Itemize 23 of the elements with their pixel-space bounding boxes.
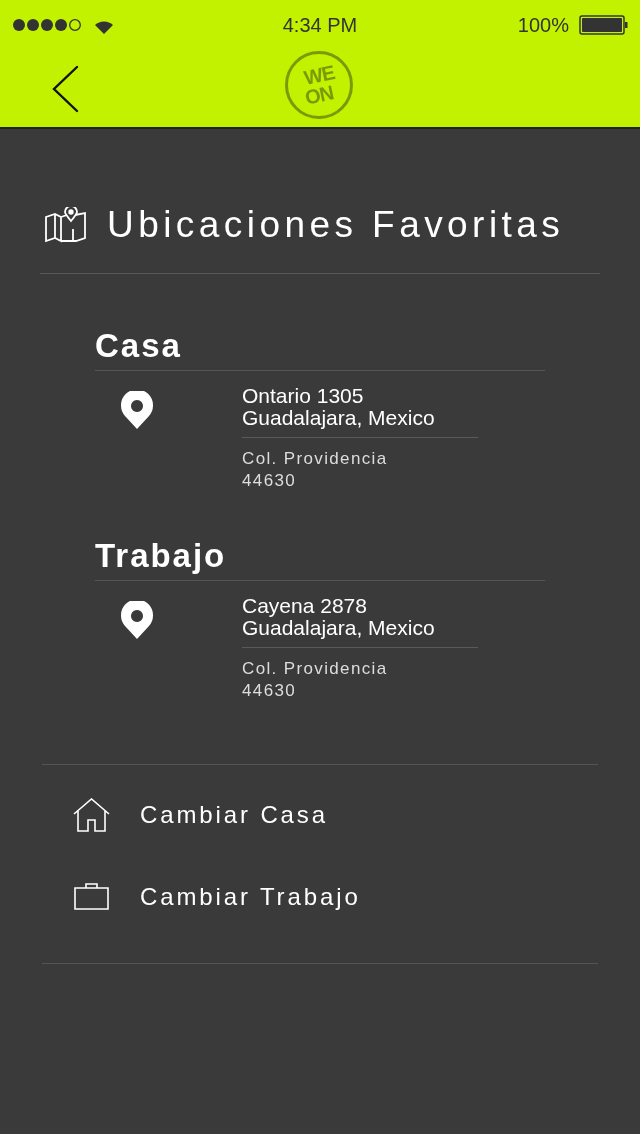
location-pin-icon [121, 600, 153, 639]
city: Guadalajara, Mexico [242, 406, 436, 429]
battery-percent: 100% [517, 13, 569, 38]
briefcase-icon [73, 883, 109, 910]
location-name: Trabajo [95, 535, 545, 581]
map-icon [45, 206, 87, 243]
street-address: Ontario 1305 [242, 384, 365, 407]
location-name: Casa [95, 325, 545, 371]
street-address: Cayena 2878 [242, 594, 368, 617]
change-location-button[interactable]: Cambiar Trabajo [42, 874, 598, 919]
page-title: Ubicaciones Favoritas [107, 203, 565, 247]
battery-icon [579, 15, 628, 35]
house-icon [72, 797, 110, 832]
city: Guadalajara, Mexico [242, 616, 436, 639]
neighborhood: Col. Providencia [242, 657, 389, 680]
status-time: 4:34 PM [281, 13, 359, 38]
zip-code: 44630 [242, 679, 298, 702]
signal-icon [12, 18, 82, 32]
change-location-button[interactable]: Cambiar Casa [42, 792, 598, 837]
back-chevron-icon [50, 64, 80, 113]
zip-code: 44630 [242, 469, 298, 492]
neighborhood: Col. Providencia [242, 447, 389, 470]
location-pin-icon [121, 390, 153, 429]
